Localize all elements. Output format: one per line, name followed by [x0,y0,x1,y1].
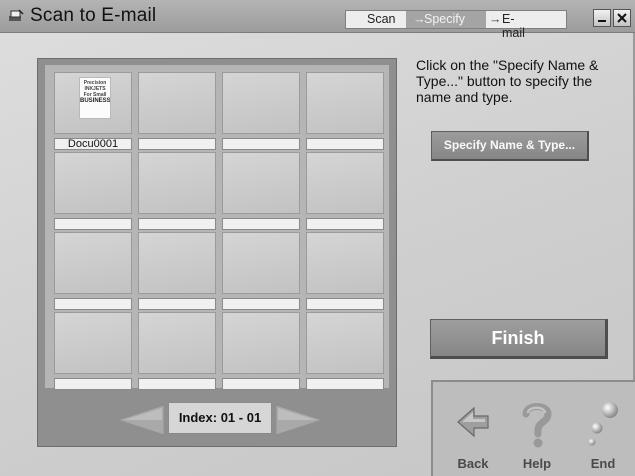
thumbnail-panel: Precision INKJETS For Small BUSINESS Docu000… [37,58,397,447]
thumbnail-image[interactable] [222,72,300,134]
scan-to-email-window: Scan to E-mail Scan → Specify → E-mail P… [0,0,635,476]
page-navigation: Index: 01 - 01 [38,390,396,446]
thumbnail-label[interactable] [222,378,300,390]
thumbnail-grid: Precision INKJETS For Small BUSINESS Docu000… [45,65,389,390]
thumbnail-cell[interactable] [306,232,384,310]
page-index-display: Index: 01 - 01 [168,402,272,434]
thumbnail-image[interactable] [138,232,216,294]
thumbnail-label[interactable]: Docu0001 [54,138,132,150]
thumbnail-image[interactable] [222,152,300,214]
specify-name-type-button[interactable]: Specify Name & Type... [431,131,589,161]
thumbnail-cell[interactable] [222,312,300,390]
thumbnail-image[interactable] [306,232,384,294]
thumbnail-image[interactable] [54,152,132,214]
thumbnail-cell[interactable] [306,152,384,230]
thumbnail-label[interactable] [222,218,300,230]
thumbnail-image[interactable] [306,72,384,134]
thumbnail-cell[interactable] [54,152,132,230]
navigation-panel: Back Help End [431,380,635,476]
window-title: Scan to E-mail [30,5,157,26]
thumbnail-cell[interactable] [138,232,216,310]
thumbnail-image[interactable] [54,232,132,294]
thumbnail-cell[interactable] [222,72,300,150]
thumbnail-cell[interactable] [138,312,216,390]
thumbnail-cell[interactable]: Precision INKJETS For Small BUSINESS Docu000… [54,72,132,150]
thumbnail-cell[interactable] [138,72,216,150]
scanner-icon [9,9,24,21]
question-mark-icon [522,403,552,448]
thumbnail-cell[interactable] [306,312,384,390]
help-label: Help [522,456,552,471]
end-button[interactable]: End [573,400,633,475]
step-email-label: E-mail [502,12,525,40]
step-arrow-icon: → [489,12,502,26]
thumbnail-label[interactable] [138,218,216,230]
thumbnail-image[interactable] [222,312,300,374]
thumbnail-cell[interactable] [306,72,384,150]
thumbnail-cell[interactable] [54,312,132,390]
thumbnail-label[interactable] [54,218,132,230]
thumbnail-label[interactable] [306,378,384,390]
back-button[interactable]: Back [443,400,503,475]
thumbnail-label[interactable] [306,218,384,230]
help-button[interactable]: Help [507,400,567,475]
previous-page-arrow-icon[interactable] [116,403,166,437]
thumbnail-label[interactable] [54,378,132,390]
thumbnail-label[interactable] [54,298,132,310]
thumbnail-cell[interactable] [222,232,300,310]
step-scan: Scan [367,12,396,26]
thumbnail-cell[interactable] [138,152,216,230]
step-indicator: Scan → Specify → E-mail [345,10,567,40]
end-bubbles-icon [588,402,618,446]
step-specify-active: → Specify [406,11,486,28]
thumbnail-image[interactable]: Precision INKJETS For Small BUSINESS [54,72,132,134]
close-button[interactable] [613,9,631,27]
minimize-button[interactable] [593,9,611,27]
back-arrow-icon [457,406,489,438]
thumbnail-image[interactable] [306,312,384,374]
back-label: Back [457,456,489,471]
end-label: End [590,456,616,471]
close-icon [617,13,627,23]
thumbnail-image[interactable] [54,312,132,374]
step-specify-label: Specify [424,12,465,26]
thumbnail-label[interactable] [306,138,384,150]
thumbnail-label[interactable] [222,298,300,310]
finish-button[interactable]: Finish [430,319,608,359]
title-bar[interactable]: Scan to E-mail Scan → Specify → E-mail [0,0,635,40]
thumbnail-image[interactable] [138,312,216,374]
thumbnail-label[interactable] [138,298,216,310]
thumbnail-cell[interactable] [54,232,132,310]
next-page-arrow-icon[interactable] [274,403,324,437]
document-preview: Precision INKJETS For Small BUSINESS [79,77,111,119]
thumbnail-label[interactable] [306,298,384,310]
thumbnail-label[interactable] [138,378,216,390]
minimize-icon [598,20,606,22]
thumbnail-image[interactable] [222,232,300,294]
thumbnail-image[interactable] [138,72,216,134]
thumbnail-label[interactable] [222,138,300,150]
instruction-text: Click on the "Specify Name & Type..." bu… [416,57,599,105]
thumbnail-cell[interactable] [222,152,300,230]
thumbnail-image[interactable] [306,152,384,214]
thumbnail-label[interactable] [138,138,216,150]
document-preview-line: BUSINESS [80,98,111,104]
thumbnail-image[interactable] [138,152,216,214]
